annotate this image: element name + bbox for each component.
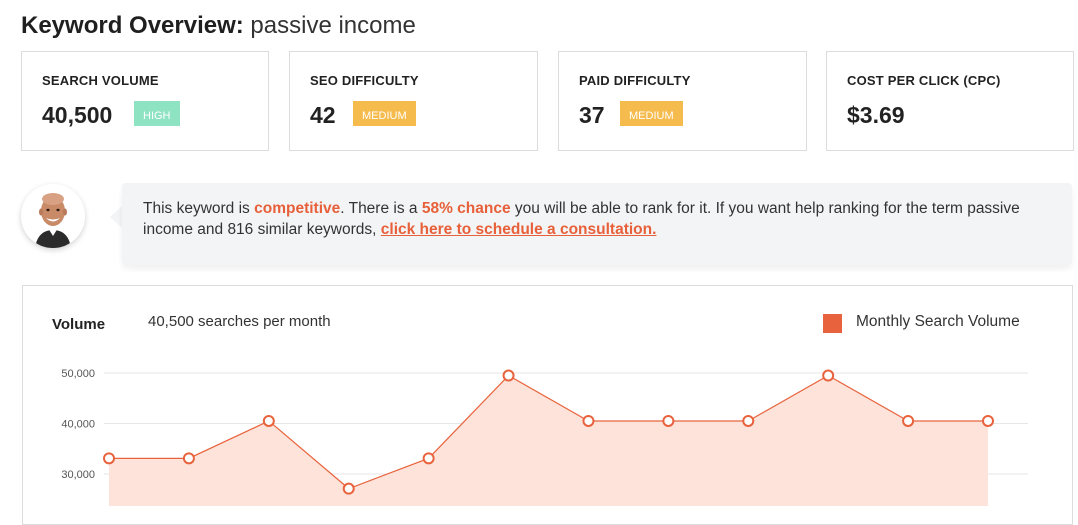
data-point[interactable] — [342, 482, 355, 495]
data-point[interactable] — [103, 452, 115, 465]
y-tick-label: 30,000 — [61, 469, 95, 481]
y-tick-label: 50,000 — [61, 368, 95, 380]
search-volume-chart: 50,000 40,000 30,000 — [61, 368, 1028, 506]
volume-area — [109, 375, 988, 506]
data-point[interactable] — [422, 452, 435, 465]
data-point[interactable] — [822, 369, 835, 382]
data-point[interactable] — [982, 414, 994, 427]
y-tick-label: 40,000 — [61, 419, 95, 431]
data-point[interactable] — [182, 452, 195, 465]
data-point[interactable] — [902, 414, 915, 427]
data-point[interactable] — [662, 414, 675, 427]
data-point[interactable] — [582, 414, 595, 427]
data-point[interactable] — [262, 414, 275, 427]
data-point[interactable] — [502, 369, 515, 382]
data-point[interactable] — [742, 414, 755, 427]
